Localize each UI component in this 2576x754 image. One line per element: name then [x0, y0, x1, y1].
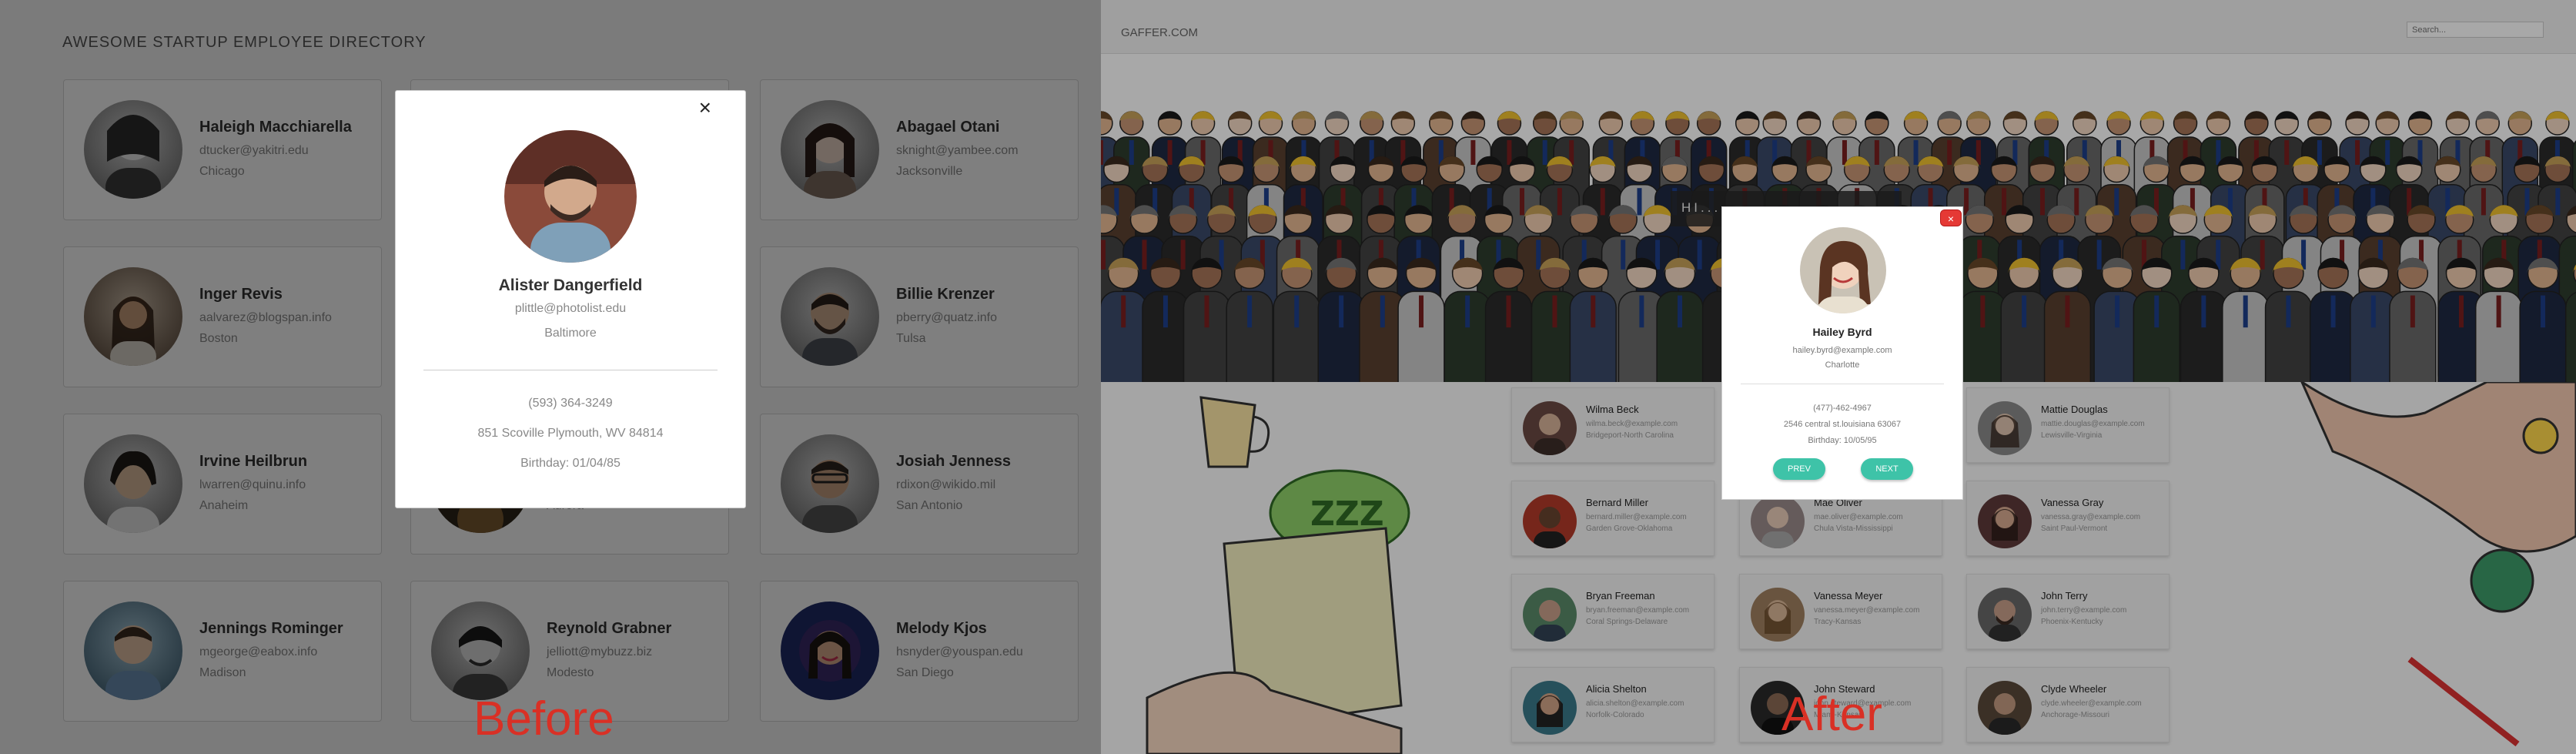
employee-modal: × Hailey Byrd hailey.byrd@example.com Ch… [1721, 206, 1963, 500]
close-icon[interactable]: × [699, 96, 711, 120]
employee-modal: × Alister Dangerfield plittle@photolist.… [395, 90, 746, 508]
prev-button[interactable]: PREV [1773, 458, 1825, 480]
modal-birthday: Birthday: 01/04/85 [520, 457, 621, 470]
modal-address: 2546 central st.louisiana 63067 [1783, 420, 1902, 429]
before-panel: AWESOME STARTUP EMPLOYEE DIRECTORY Halei… [0, 0, 1101, 754]
next-button[interactable]: NEXT [1861, 458, 1913, 480]
modal-name: Alister Dangerfield [498, 276, 643, 294]
modal-birthday: Birthday: 10/05/95 [1808, 436, 1877, 445]
modal-phone: (593) 364-3249 [528, 397, 613, 410]
modal-name: Hailey Byrd [1812, 326, 1872, 338]
modal-avatar [1800, 227, 1886, 313]
modal-address: 851 Scoville Plymouth, WV 84814 [477, 427, 664, 440]
modal-email: plittle@photolist.edu [514, 302, 627, 315]
modal-avatar [504, 130, 637, 263]
after-caption: After [1781, 688, 1882, 741]
after-panel: GAFFER.COM HI... ZZZ [1101, 0, 2576, 754]
modal-city: Baltimore [544, 327, 597, 340]
modal-city: Charlotte [1825, 360, 1860, 370]
modal-phone: (477)-462-4967 [1813, 404, 1872, 413]
modal-email: hailey.byrd@example.com [1792, 346, 1892, 355]
close-icon[interactable]: × [1940, 209, 1962, 226]
before-caption: Before [473, 692, 614, 746]
